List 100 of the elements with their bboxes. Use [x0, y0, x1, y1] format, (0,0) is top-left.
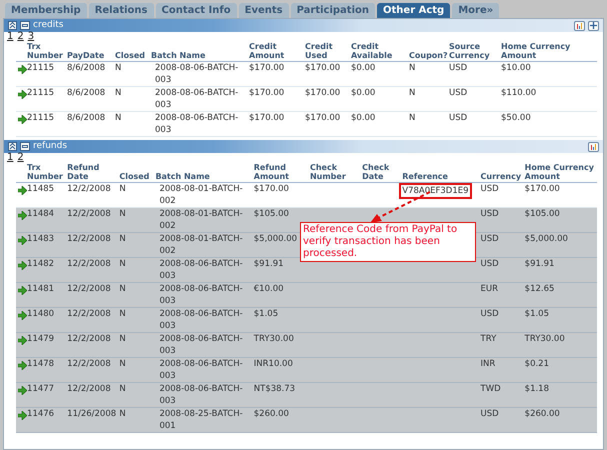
row-arrow-icon[interactable] [18, 336, 27, 346]
tab[interactable]: Membership [5, 3, 87, 18]
table-cell: 11478 [27, 359, 54, 369]
row-arrow-icon[interactable] [18, 361, 27, 370]
row-arrow-icon[interactable] [18, 386, 27, 396]
table-cell: EUR [480, 284, 498, 294]
table-cell: N [119, 234, 126, 244]
row-arrow-icon[interactable] [18, 115, 27, 124]
window-icon[interactable] [20, 142, 30, 151]
page-link[interactable]: 3 [28, 32, 34, 42]
table-cell: 21115 [27, 113, 54, 123]
table-cell: USD [480, 234, 499, 244]
window-icon[interactable] [20, 21, 30, 30]
table-cell: 11485 [27, 184, 54, 194]
column-header: PayDate [67, 51, 106, 60]
table-cell: 12/2/2008 [67, 384, 111, 394]
table-cell-text: 2008-08-01-BATCH-002 [159, 183, 244, 207]
table-cell: 11477 [27, 384, 54, 394]
table-cell: 12/2/2008 [67, 259, 111, 269]
tab[interactable]: Contact Info [156, 3, 237, 18]
tab[interactable]: Relations [88, 3, 154, 18]
table-cell: 12/2/2008 [67, 184, 111, 194]
table-cell: 8/6/2008 [67, 63, 106, 73]
table-cell-text: 2008-08-06-BATCH-003 [159, 283, 244, 307]
collapse-icon[interactable] [8, 142, 17, 151]
table-cell: $1.05 [524, 309, 549, 319]
table-cell: $170.00 [254, 184, 289, 194]
table-cell: 12/2/2008 [67, 334, 111, 344]
page-link[interactable]: 2 [17, 153, 24, 163]
add-icon[interactable] [588, 20, 599, 30]
tab[interactable]: Events [238, 3, 289, 18]
table-cell: TRY30.00 [254, 334, 294, 344]
table-cell: N [115, 88, 122, 98]
table-cell-text: 2008-08-06-BATCH-003 [159, 308, 244, 332]
table-cell: USD [449, 113, 468, 123]
table-cell: $170.00 [305, 88, 340, 98]
table-cell: $0.00 [351, 88, 376, 98]
table-cell: 8/6/2008 [67, 113, 106, 123]
chart-icon[interactable] [588, 142, 599, 152]
table-cell: 8/6/2008 [67, 88, 106, 98]
row-arrow-icon[interactable] [18, 186, 27, 196]
table-cell: USD [480, 259, 499, 269]
table-cell: $1.05 [254, 309, 278, 319]
table-cell: TRY [480, 334, 496, 344]
row-arrow-icon[interactable] [18, 211, 27, 220]
table-cell: $105.00 [254, 209, 289, 219]
row-arrow-icon[interactable] [18, 90, 27, 100]
column-header: Trx Number [27, 163, 64, 181]
page-link[interactable]: 2 [17, 32, 24, 42]
row-arrow-icon[interactable] [18, 65, 27, 74]
table-cell: N [119, 409, 126, 419]
table-cell-text: 2008-08-06-BATCH-003 [155, 112, 240, 136]
tab[interactable]: Participation [290, 3, 376, 18]
table-cell: USD [480, 409, 499, 419]
table-cell: $170.00 [524, 184, 560, 194]
column-header: Home Currency Amount [524, 163, 595, 181]
table-cell: $0.21 [524, 359, 549, 369]
table-cell: USD [449, 63, 468, 73]
column-header: Credit Amount [249, 42, 286, 60]
table-cell-text: 2008-08-06-BATCH-003 [159, 383, 244, 407]
table-cell: 12/2/2008 [67, 234, 111, 244]
table-cell: 11480 [27, 309, 54, 319]
tab[interactable]: More» [452, 3, 500, 18]
page-link[interactable]: 1 [7, 32, 14, 42]
column-header: Credit Used [305, 42, 334, 60]
column-header: Check Date [362, 163, 390, 181]
row-arrow-icon[interactable] [18, 311, 27, 320]
table-cell-text: 2008-08-06-BATCH-003 [155, 62, 240, 86]
column-header: Refund Amount [254, 163, 290, 181]
table-cell: 11482 [27, 259, 54, 269]
table-cell: $91.91 [524, 259, 554, 269]
column-header: Closed [119, 172, 150, 181]
row-arrow-icon[interactable] [18, 236, 27, 246]
table-cell: USD [449, 88, 468, 98]
table-cell-text: 2008-08-06-BATCH-003 [159, 358, 244, 382]
panel-title: credits [33, 20, 64, 31]
row-arrow-icon[interactable] [18, 261, 27, 270]
page-link[interactable]: 1 [7, 153, 14, 163]
table-cell: INR [480, 359, 496, 369]
collapse-icon[interactable] [8, 21, 17, 30]
table-cell: USD [480, 209, 499, 219]
table-cell: N [115, 63, 122, 73]
table-cell: $170.00 [249, 88, 284, 98]
chart-icon[interactable] [574, 20, 585, 30]
table-cell: 11484 [27, 209, 54, 219]
table-cell-text: 2008-08-06-BATCH-003 [159, 258, 244, 282]
row-arrow-icon[interactable] [18, 286, 27, 296]
column-header: Credit Available [351, 42, 394, 60]
table-cell: $170.00 [305, 63, 340, 73]
tab[interactable]: Other Actg [377, 3, 450, 18]
table-cell: $110.00 [501, 88, 536, 98]
table-cell: V78A0EF3D1E9 [402, 186, 469, 196]
column-header: Closed [115, 51, 146, 60]
table-cell: $0.00 [351, 113, 376, 123]
table-cell-text: 2008-08-01-BATCH-002 [159, 233, 244, 257]
row-arrow-icon[interactable] [18, 411, 27, 420]
callout-note: Reference Code from PayPal to verify transaction has been processed. [300, 222, 476, 262]
table-cell: $10.00 [501, 63, 531, 73]
table-cell: 12/2/2008 [67, 359, 111, 369]
table-cell: INR10.00 [254, 359, 293, 369]
